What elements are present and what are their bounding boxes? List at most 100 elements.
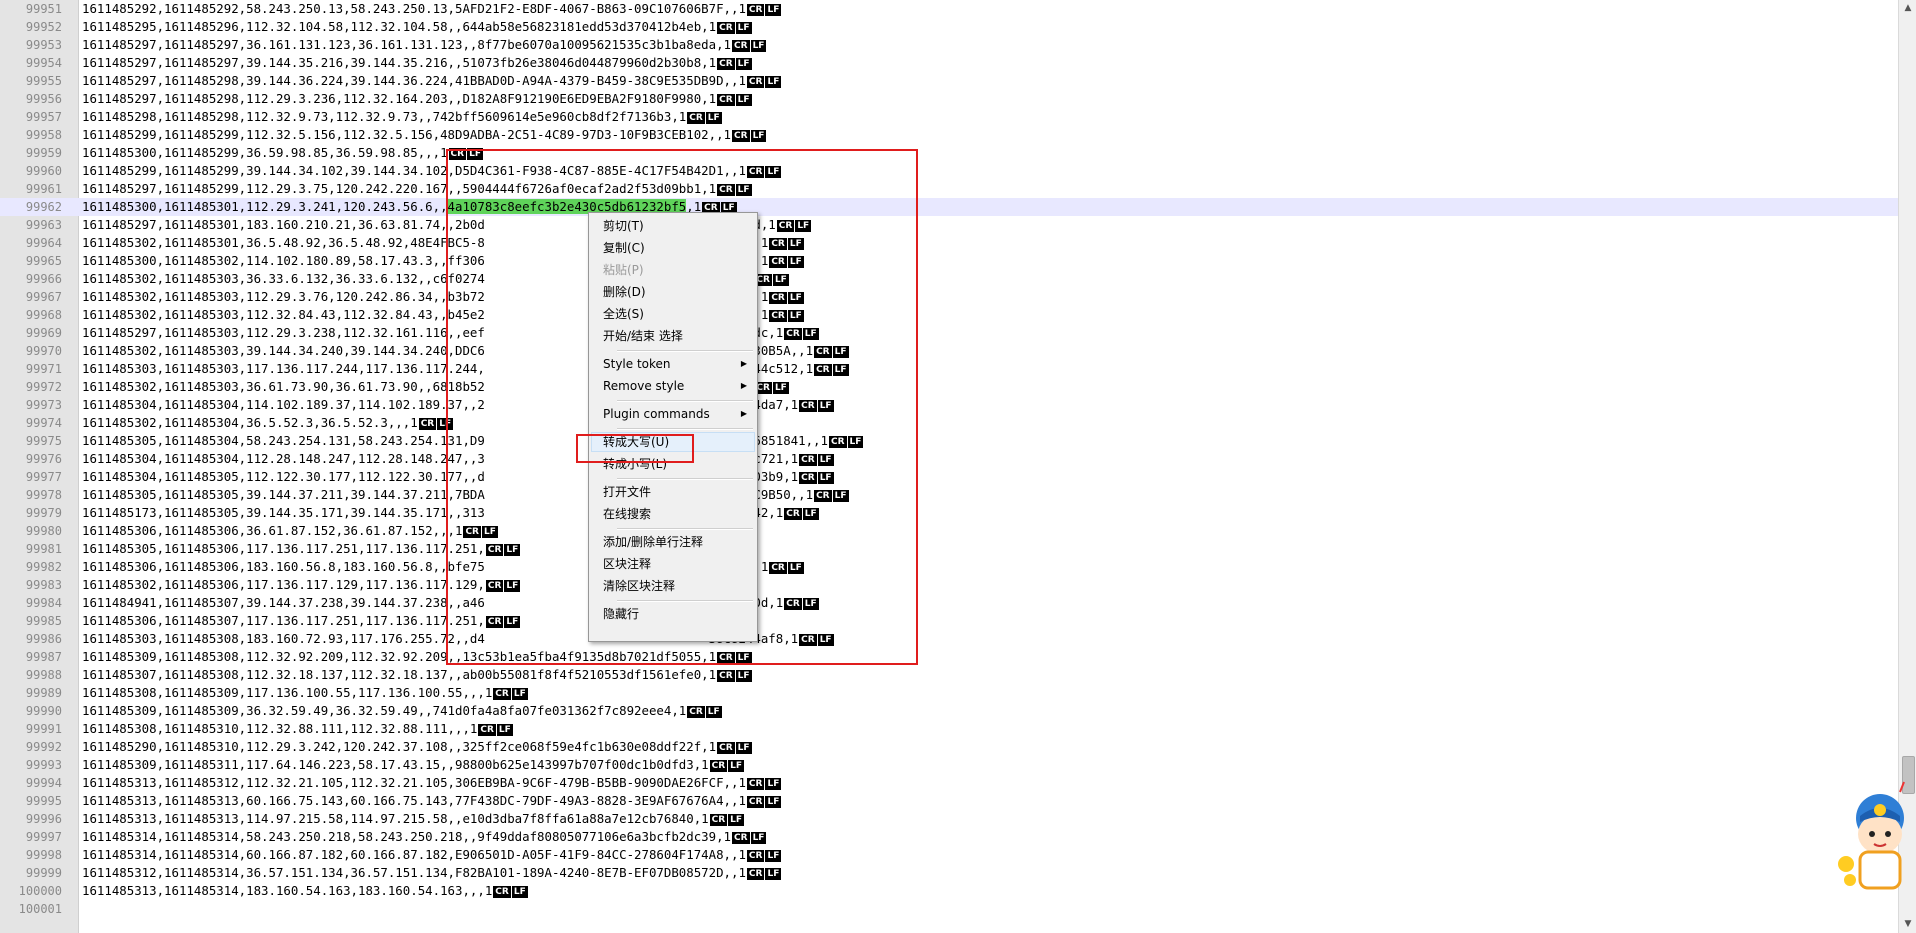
editor-line[interactable]: 99976 1611485304,1611485304,112.28.148.24… [0, 450, 1898, 468]
editor-line[interactable]: 99960 1611485299,1611485299,39.144.34.102… [0, 162, 1898, 180]
editor-line[interactable]: 99972 1611485302,1611485303,36.61.73.90,3… [0, 378, 1898, 396]
editor-line[interactable]: 99986 1611485303,1611485308,183.160.72.93… [0, 630, 1898, 648]
editor-line[interactable]: 99951 1611485292,1611485292,58.243.250.13… [0, 0, 1898, 18]
menu-item-delete[interactable]: 删除(D) [591, 282, 755, 302]
editor-line[interactable]: 100000 1611485313,1611485314,183.160.54.1… [0, 882, 1898, 900]
editor-line[interactable]: 99959 1611485300,1611485299,36.59.98.85,3… [0, 144, 1898, 162]
scroll-down-arrow-icon[interactable]: ▼ [1902, 918, 1914, 930]
editor-line[interactable]: 99999 1611485312,1611485314,36.57.151.134… [0, 864, 1898, 882]
line-text[interactable]: 1611485297,1611485299,112.29.3.75,120.24… [82, 180, 752, 198]
editor-line[interactable]: 99988 1611485307,1611485308,112.32.18.137… [0, 666, 1898, 684]
line-text[interactable]: 1611485307,1611485308,112.32.18.137,112.… [82, 666, 752, 684]
line-text[interactable]: 1611485309,1611485311,117.64.146.223,58.… [82, 756, 745, 774]
line-text[interactable]: 1611485290,1611485310,112.29.3.242,120.2… [82, 738, 752, 756]
line-text[interactable]: 1611485295,1611485296,112.32.104.58,112.… [82, 18, 752, 36]
menu-item-open-file[interactable]: 打开文件 [591, 482, 755, 502]
editor-line[interactable]: 99997 1611485314,1611485314,58.243.250.21… [0, 828, 1898, 846]
scroll-up-arrow-icon[interactable]: ▲ [1902, 2, 1914, 14]
editor-line[interactable]: 99952 1611485295,1611485296,112.32.104.58… [0, 18, 1898, 36]
editor-line[interactable]: 99994 1611485313,1611485312,112.32.21.105… [0, 774, 1898, 792]
menu-item-block-comment[interactable]: 区块注释 [591, 554, 755, 574]
line-text[interactable]: 1611485314,1611485314,58.243.250.218,58.… [82, 828, 767, 846]
line-text[interactable]: 1611485299,1611485299,112.32.5.156,112.3… [82, 126, 767, 144]
line-text[interactable]: 1611485309,1611485308,112.32.92.209,112.… [82, 648, 752, 666]
editor-line[interactable]: 99989 1611485308,1611485309,117.136.100.5… [0, 684, 1898, 702]
menu-item-select-all[interactable]: 全选(S) [591, 304, 755, 324]
line-text[interactable]: 1611485297,1611485297,39.144.35.216,39.1… [82, 54, 752, 72]
editor-line[interactable]: 99981 1611485305,1611485306,117.136.117.2… [0, 540, 1898, 558]
menu-item-toggle-line-comment[interactable]: 添加/删除单行注释 [591, 532, 755, 552]
line-text[interactable]: 1611485313,1611485314,183.160.54.163,183… [82, 882, 528, 900]
editor-line[interactable]: 99992 1611485290,1611485310,112.29.3.242,… [0, 738, 1898, 756]
line-text[interactable]: 1611485297,1611485297,36.161.131.123,36.… [82, 36, 767, 54]
editor-line[interactable]: 99965 1611485300,1611485302,114.102.180.8… [0, 252, 1898, 270]
line-text[interactable]: 1611485313,1611485313,114.97.215.58,114.… [82, 810, 745, 828]
editor-line[interactable]: 99995 1611485313,1611485313,60.166.75.143… [0, 792, 1898, 810]
editor-line[interactable]: 99980 1611485306,1611485306,36.61.87.152,… [0, 522, 1898, 540]
editor-line[interactable]: 99970 1611485302,1611485303,39.144.34.240… [0, 342, 1898, 360]
editor-line[interactable]: 100001 [0, 900, 1898, 918]
editor-line[interactable]: 99982 1611485306,1611485306,183.160.56.8,… [0, 558, 1898, 576]
editor-line[interactable]: 99998 1611485314,1611485314,60.166.87.182… [0, 846, 1898, 864]
line-text[interactable]: 1611485302,1611485304,36.5.52.3,36.5.52.… [82, 414, 454, 432]
menu-item-plugin-commands[interactable]: Plugin commands ▶ [591, 404, 755, 424]
menu-item-hide-lines[interactable]: 隐藏行 [591, 604, 755, 624]
menu-item-cut[interactable]: 剪切(T) [591, 216, 755, 236]
line-text[interactable]: 1611485292,1611485292,58.243.250.13,58.2… [82, 0, 782, 18]
line-text[interactable]: 1611485312,1611485314,36.57.151.134,36.5… [82, 864, 782, 882]
editor-line[interactable]: 99978 1611485305,1611485305,39.144.37.211… [0, 486, 1898, 504]
menu-item-remove-style[interactable]: Remove style ▶ [591, 376, 755, 396]
editor-line[interactable]: 99996 1611485313,1611485313,114.97.215.58… [0, 810, 1898, 828]
line-text[interactable]: 1611485297,1611485298,39.144.36.224,39.1… [82, 72, 782, 90]
editor-line[interactable]: 99964 1611485302,1611485301,36.5.48.92,36… [0, 234, 1898, 252]
menu-item-begin-end-select[interactable]: 开始/结束 选择 [591, 326, 755, 346]
editor-line[interactable]: 99962 1611485300,1611485301,112.29.3.241,… [0, 198, 1898, 216]
editor-line[interactable]: 99957 1611485298,1611485298,112.32.9.73,1… [0, 108, 1898, 126]
line-text[interactable]: 1611485306,1611485306,36.61.87.152,36.61… [82, 522, 498, 540]
editor-line[interactable]: 99954 1611485297,1611485297,39.144.35.216… [0, 54, 1898, 72]
editor-line[interactable]: 99993 1611485309,1611485311,117.64.146.22… [0, 756, 1898, 774]
line-text[interactable]: 1611485309,1611485309,36.32.59.49,36.32.… [82, 702, 722, 720]
editor-line[interactable]: 99974 1611485302,1611485304,36.5.52.3,36.… [0, 414, 1898, 432]
menu-item-style-token[interactable]: Style token ▶ [591, 354, 755, 374]
editor-line[interactable]: 99969 1611485297,1611485303,112.29.3.238,… [0, 324, 1898, 342]
line-text[interactable]: 1611485308,1611485309,117.136.100.55,117… [82, 684, 528, 702]
editor-line[interactable]: 99973 1611485304,1611485304,114.102.189.3… [0, 396, 1898, 414]
editor-line[interactable]: 99985 1611485306,1611485307,117.136.117.2… [0, 612, 1898, 630]
editor-line[interactable]: 99971 1611485303,1611485303,117.136.117.2… [0, 360, 1898, 378]
line-text[interactable]: 1611485313,1611485312,112.32.21.105,112.… [82, 774, 782, 792]
menu-item-copy[interactable]: 复制(C) [591, 238, 755, 258]
menu-item-paste[interactable]: 粘贴(P) [591, 260, 755, 280]
menu-item-uppercase[interactable]: 转成大写(U) [591, 432, 755, 452]
editor-line[interactable]: 99963 1611485297,1611485301,183.160.210.2… [0, 216, 1898, 234]
editor-line[interactable]: 99953 1611485297,1611485297,36.161.131.12… [0, 36, 1898, 54]
editor-line[interactable]: 99987 1611485309,1611485308,112.32.92.209… [0, 648, 1898, 666]
editor-line[interactable]: 99958 1611485299,1611485299,112.32.5.156,… [0, 126, 1898, 144]
line-text[interactable]: 1611485298,1611485298,112.32.9.73,112.32… [82, 108, 722, 126]
line-text[interactable]: 1611485314,1611485314,60.166.87.182,60.1… [82, 846, 782, 864]
editor-line[interactable]: 99956 1611485297,1611485298,112.29.3.236,… [0, 90, 1898, 108]
editor-line[interactable]: 99979 1611485173,1611485305,39.144.35.171… [0, 504, 1898, 522]
editor-line[interactable]: 99968 1611485302,1611485303,112.32.84.43,… [0, 306, 1898, 324]
editor-line[interactable]: 99977 1611485304,1611485305,112.122.30.17… [0, 468, 1898, 486]
editor-line[interactable]: 99983 1611485302,1611485306,117.136.117.1… [0, 576, 1898, 594]
editor-line[interactable]: 99991 1611485308,1611485310,112.32.88.111… [0, 720, 1898, 738]
editor-line[interactable]: 99961 1611485297,1611485299,112.29.3.75,1… [0, 180, 1898, 198]
editor-line[interactable]: 99975 1611485305,1611485304,58.243.254.13… [0, 432, 1898, 450]
line-text[interactable]: 1611485305,1611485306,117.136.117.251,11… [82, 540, 521, 558]
text-editor[interactable]: 99951 1611485292,1611485292,58.243.250.13… [0, 0, 1898, 933]
editor-line[interactable]: 99955 1611485297,1611485298,39.144.36.224… [0, 72, 1898, 90]
line-text[interactable]: 1611485297,1611485298,112.29.3.236,112.3… [82, 90, 752, 108]
line-text[interactable]: 1611485302,1611485306,117.136.117.129,11… [82, 576, 521, 594]
editor-line[interactable]: 99967 1611485302,1611485303,112.29.3.76,1… [0, 288, 1898, 306]
line-text[interactable]: 1611485313,1611485313,60.166.75.143,60.1… [82, 792, 782, 810]
menu-item-search-online[interactable]: 在线搜索 [591, 504, 755, 524]
line-text[interactable]: 1611485308,1611485310,112.32.88.111,112.… [82, 720, 513, 738]
editor-line[interactable]: 99990 1611485309,1611485309,36.32.59.49,3… [0, 702, 1898, 720]
menu-item-lowercase[interactable]: 转成小写(L) [591, 454, 755, 474]
editor-line[interactable]: 99984 1611484941,1611485307,39.144.37.238… [0, 594, 1898, 612]
line-text[interactable]: 1611485299,1611485299,39.144.34.102,39.1… [82, 162, 782, 180]
line-text[interactable]: 1611485306,1611485307,117.136.117.251,11… [82, 612, 521, 630]
menu-item-clear-block-comment[interactable]: 清除区块注释 [591, 576, 755, 596]
line-text[interactable]: 1611485300,1611485299,36.59.98.85,36.59.… [82, 144, 483, 162]
